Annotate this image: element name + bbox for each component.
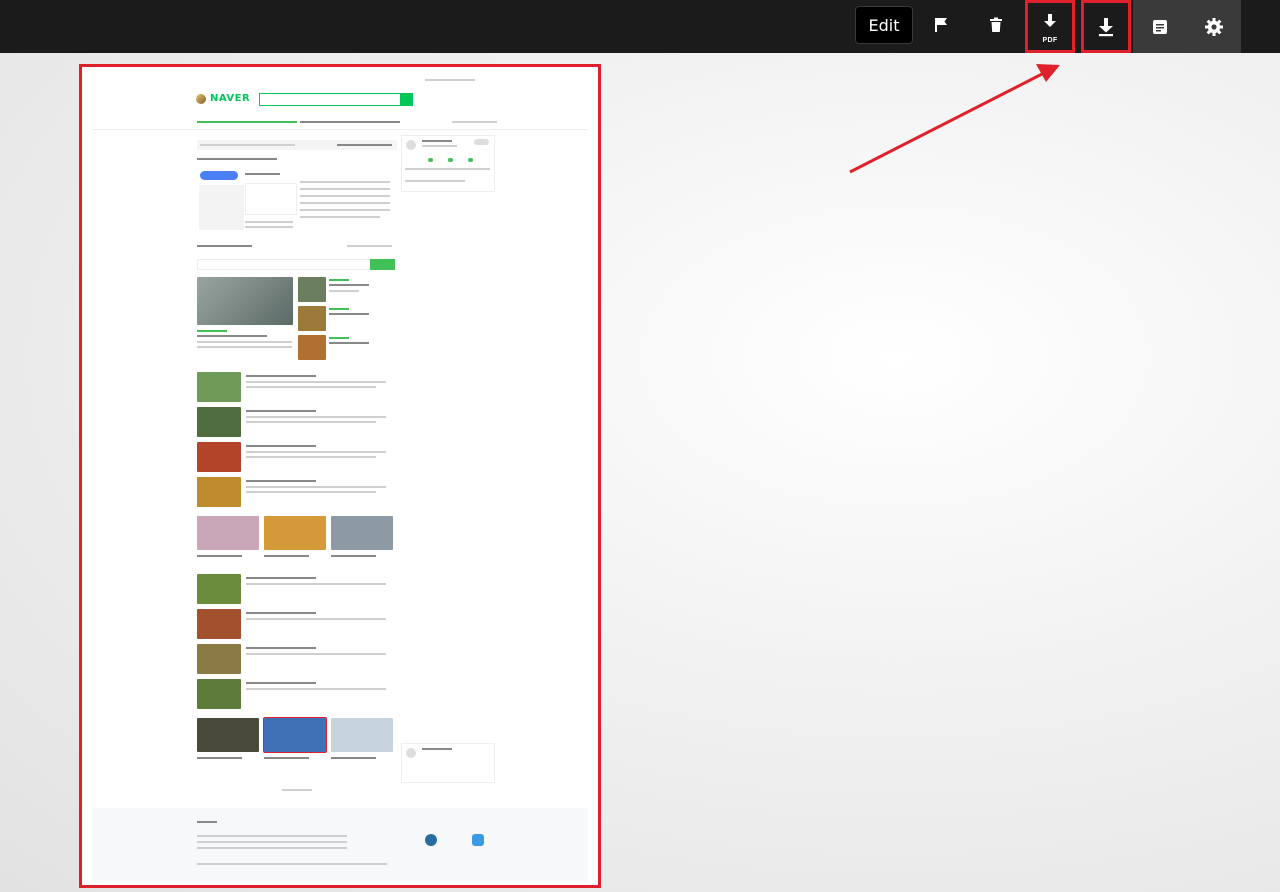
naver-page-thumbnail: NAVER: [92, 73, 588, 881]
search-icon: [400, 93, 413, 106]
naver-logo: NAVER: [210, 93, 251, 104]
search-input: [259, 93, 403, 106]
naver-logo-icon: [196, 94, 206, 104]
page-preview[interactable]: NAVER: [79, 64, 601, 888]
